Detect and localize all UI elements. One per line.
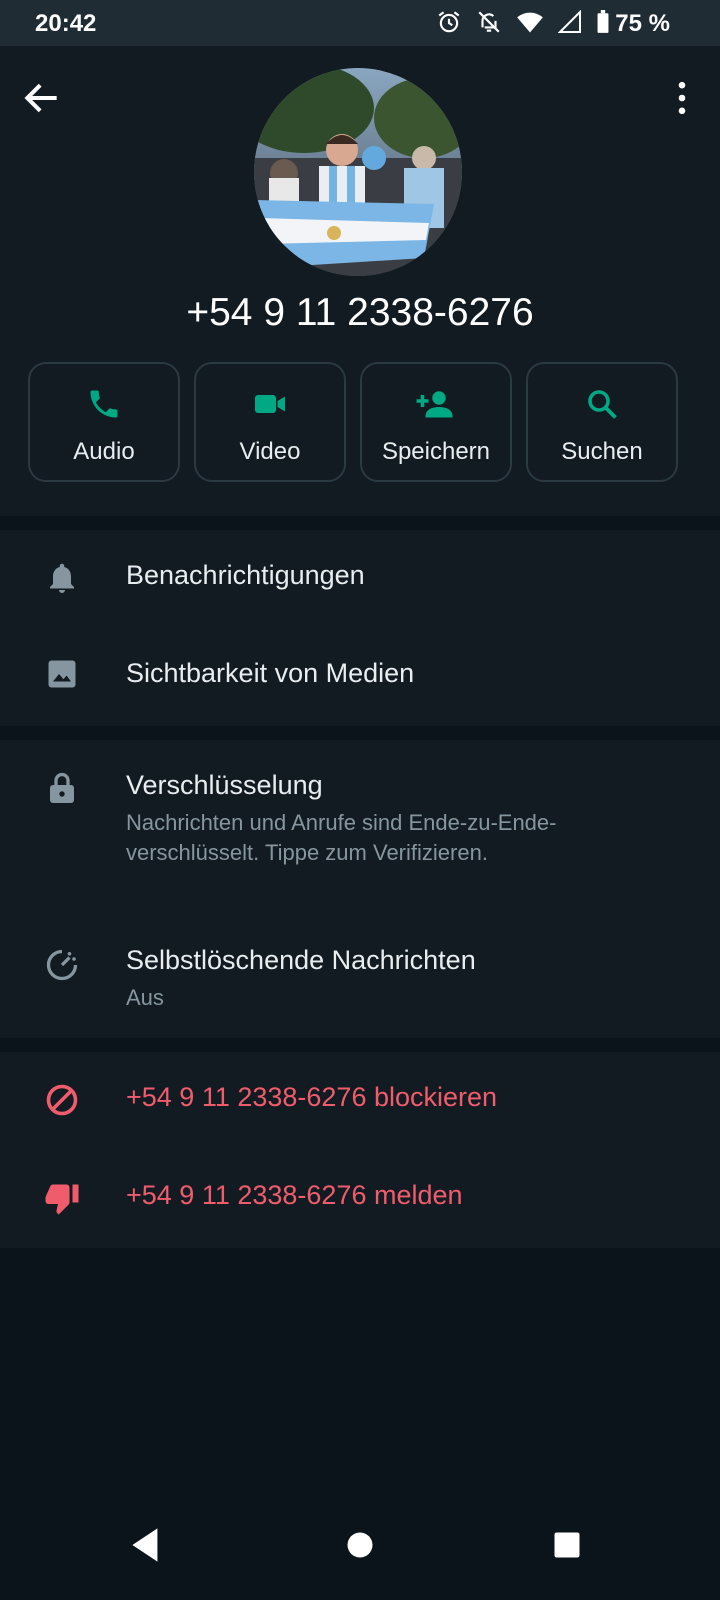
alarm-icon	[438, 11, 460, 33]
status-icons	[436, 9, 610, 35]
notifications-row[interactable]: Benachrichtigungen	[0, 530, 720, 628]
triangle-back-icon	[132, 1528, 158, 1562]
block-row[interactable]: +54 9 11 2338-6276 blockieren	[0, 1052, 720, 1150]
video-label: Video	[239, 438, 301, 465]
more-vert-icon	[678, 81, 686, 115]
back-button[interactable]	[20, 76, 64, 120]
battery-percent: 75 %	[615, 10, 670, 37]
encryption-title: Verschlüsselung	[126, 770, 323, 800]
nav-recents-button[interactable]	[542, 1520, 592, 1570]
block-icon	[46, 1084, 78, 1116]
image-icon	[48, 660, 76, 688]
disappearing-title: Selbstlöschende Nachrichten	[126, 945, 476, 975]
audio-call-button[interactable]: Audio	[28, 362, 180, 482]
media-settings-section: Benachrichtigungen Sichtbarkeit von Medi…	[0, 530, 720, 726]
wifi-icon	[517, 12, 543, 33]
status-bar: 20:42 75 %	[0, 0, 720, 46]
report-label: +54 9 11 2338-6276 melden	[126, 1180, 463, 1210]
signal-icon	[558, 10, 581, 33]
bell-icon	[50, 563, 74, 593]
media-visibility-label: Sichtbarkeit von Medien	[126, 658, 415, 688]
save-contact-button[interactable]: Speichern	[360, 362, 512, 482]
nav-home-button[interactable]	[335, 1520, 385, 1570]
system-nav-bar	[0, 1490, 720, 1600]
nav-back-button[interactable]	[122, 1520, 172, 1570]
contact-header: +54 9 11 2338-6276 Audio Video Speichern…	[0, 46, 720, 516]
profile-photo	[254, 68, 462, 276]
person-add-icon	[416, 391, 453, 418]
search-button[interactable]: Suchen	[526, 362, 678, 482]
encryption-subtitle: Nachrichten und Anrufe sind Ende-zu-Ende…	[126, 810, 557, 865]
more-options-button[interactable]	[660, 76, 704, 120]
phone-icon	[90, 390, 118, 418]
status-time: 20:42	[35, 10, 97, 37]
danger-section: +54 9 11 2338-6276 blockieren +54 9 11 2…	[0, 1052, 720, 1248]
privacy-section: Verschlüsselung Nachrichten und Anrufe s…	[0, 740, 720, 1038]
encryption-row[interactable]: Verschlüsselung Nachrichten und Anrufe s…	[0, 740, 720, 905]
lock-icon	[50, 772, 74, 803]
audio-label: Audio	[73, 438, 135, 465]
report-row[interactable]: +54 9 11 2338-6276 melden	[0, 1150, 720, 1248]
search-icon	[588, 390, 617, 419]
thumb-down-icon	[45, 1184, 79, 1215]
save-label: Speichern	[381, 438, 491, 465]
battery-icon	[597, 10, 609, 33]
disappearing-subtitle: Aus	[126, 985, 164, 1010]
notifications-label: Benachrichtigungen	[126, 560, 365, 590]
block-label: +54 9 11 2338-6276 blockieren	[126, 1082, 498, 1112]
timer-icon	[46, 949, 78, 981]
divider	[0, 726, 720, 740]
videocam-icon	[255, 395, 285, 413]
avatar[interactable]	[254, 68, 462, 276]
divider	[0, 516, 720, 530]
video-call-button[interactable]: Video	[194, 362, 346, 482]
divider	[0, 1038, 720, 1052]
contact-phone-title: +54 9 11 2338-6276	[186, 291, 534, 334]
notifications-off-icon	[478, 11, 500, 33]
square-recents-icon	[554, 1532, 580, 1558]
circle-home-icon	[347, 1532, 373, 1558]
search-label: Suchen	[561, 438, 643, 465]
disappearing-messages-row[interactable]: Selbstlöschende Nachrichten Aus	[0, 905, 720, 1038]
media-visibility-row[interactable]: Sichtbarkeit von Medien	[0, 628, 720, 726]
quick-actions: Audio Video Speichern Suchen	[28, 362, 692, 486]
arrow-back-icon	[24, 83, 57, 113]
